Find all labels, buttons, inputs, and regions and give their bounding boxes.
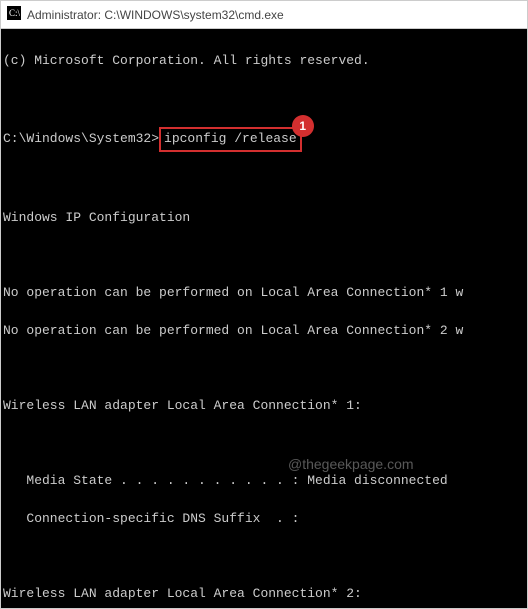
- copyright-line: (c) Microsoft Corporation. All rights re…: [3, 52, 527, 71]
- window-title: Administrator: C:\WINDOWS\system32\cmd.e…: [27, 8, 284, 22]
- command-1: ipconfig /release: [164, 131, 297, 146]
- titlebar[interactable]: C:\ Administrator: C:\WINDOWS\system32\c…: [1, 1, 527, 29]
- adapter1-dns: Connection-specific DNS Suffix . :: [3, 510, 527, 529]
- badge-1: 1: [292, 115, 314, 137]
- watermark: @thegeekpage.com: [288, 454, 414, 474]
- cmd-window: C:\ Administrator: C:\WINDOWS\system32\c…: [0, 0, 528, 609]
- noop-line-2: No operation can be performed on Local A…: [3, 322, 527, 341]
- adapter1-media: Media State . . . . . . . . . . . : Medi…: [3, 472, 527, 491]
- cmd-icon: C:\: [7, 6, 27, 23]
- prompt-1: C:\Windows\System32>: [3, 131, 159, 146]
- noop-line-1: No operation can be performed on Local A…: [3, 284, 527, 303]
- ipconfig-header: Windows IP Configuration: [3, 209, 527, 228]
- terminal-area[interactable]: (c) Microsoft Corporation. All rights re…: [1, 29, 527, 608]
- adapter1-header: Wireless LAN adapter Local Area Connecti…: [3, 397, 527, 416]
- adapter2-header: Wireless LAN adapter Local Area Connecti…: [3, 585, 527, 604]
- svg-text:C:\: C:\: [9, 8, 21, 18]
- command-1-highlight: ipconfig /release1: [159, 127, 302, 152]
